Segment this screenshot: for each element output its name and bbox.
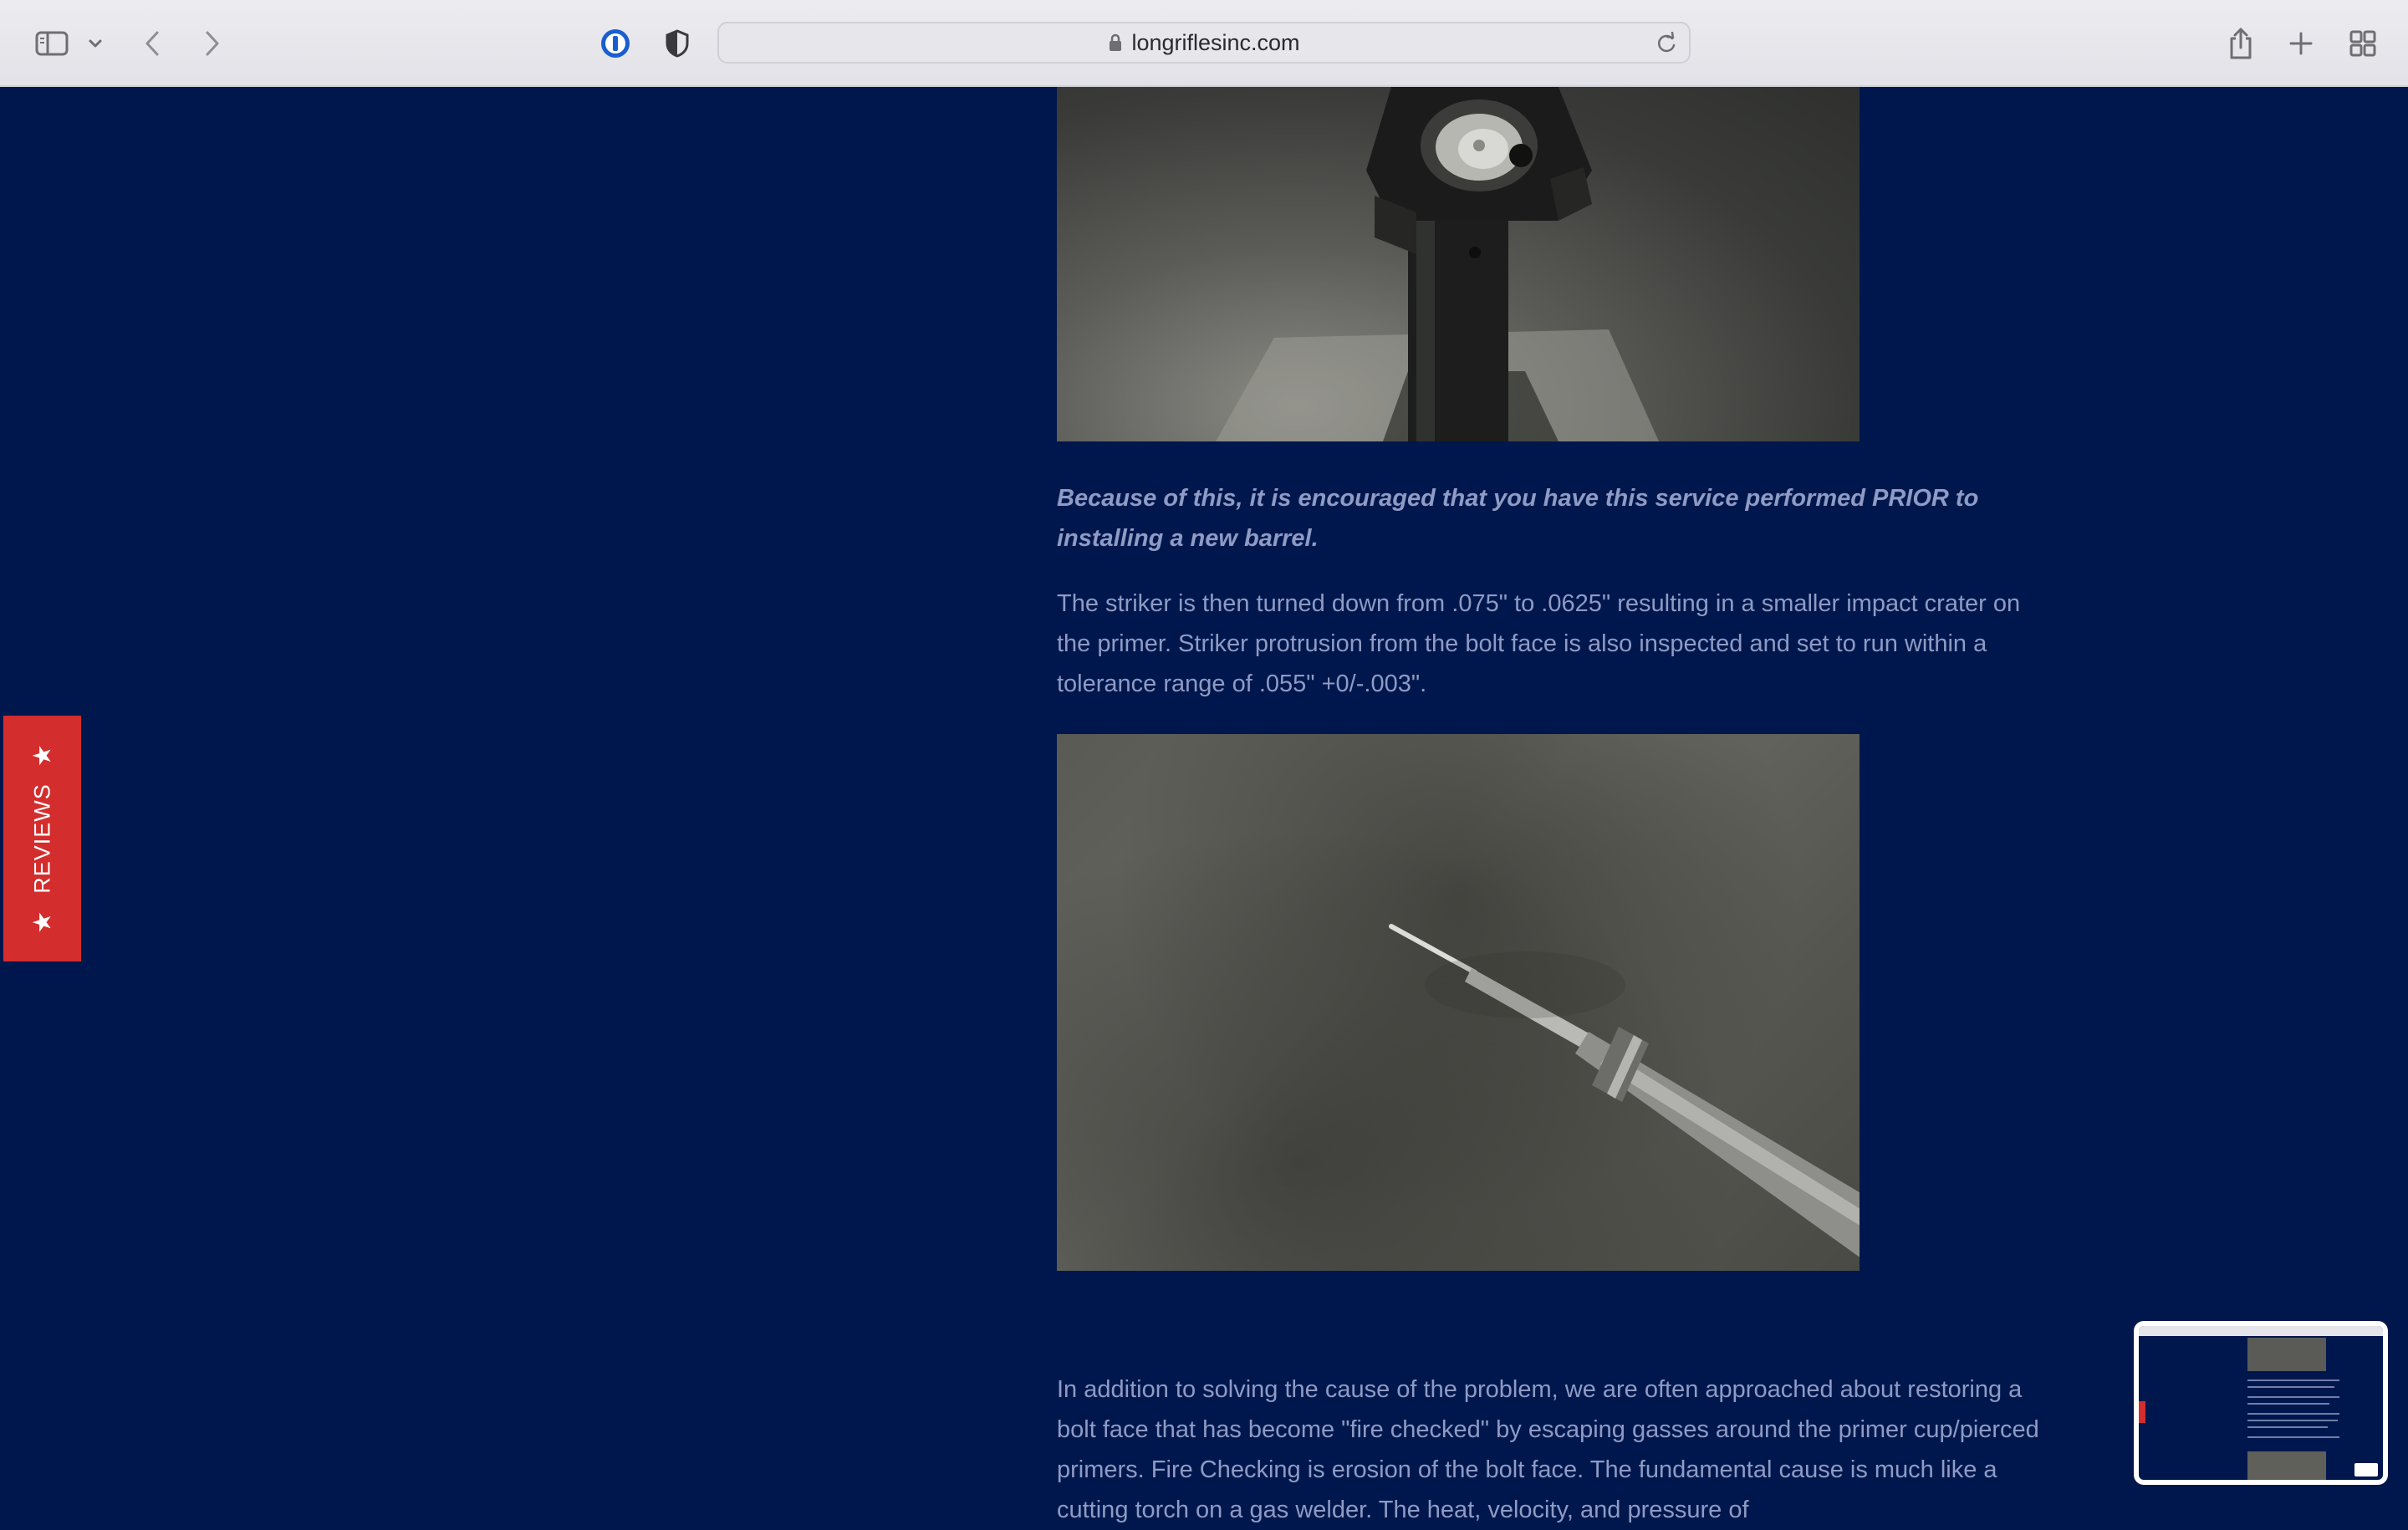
thumbnail-minimap [2354,1463,2378,1476]
thumbnail-text-line [2247,1420,2338,1421]
striker-photo [1057,734,1860,1271]
back-icon[interactable] [139,18,166,69]
fire-checking-text: In addition to solving the cause of the … [1057,1376,2039,1523]
thumbnail-text-line [2247,1380,2339,1381]
lock-icon [1108,33,1123,53]
thumbnail-text-line [2247,1386,2334,1388]
star-icon: ★ [28,910,56,934]
forward-icon[interactable] [199,18,226,69]
url-text: longriflesinc.com [1131,29,1300,55]
thumbnail-photo [2247,1338,2326,1371]
tab-grid-icon[interactable] [2348,18,2378,69]
thumbnail-text-line [2247,1413,2339,1415]
reload-icon[interactable] [1656,31,1677,59]
privacy-shield-icon[interactable] [661,18,694,69]
share-icon[interactable] [2226,18,2256,69]
thumbnail-text-line [2247,1436,2339,1438]
thumbnail-toolbar [2139,1326,2383,1336]
thumbnail-text-line [2247,1396,2339,1398]
article-content: Because of this, it is encouraged that y… [1057,87,2043,1530]
reviews-tab[interactable]: ★ REVIEWS ★ [3,716,81,961]
service-recommendation-text: Because of this, it is encouraged that y… [1057,485,1979,552]
reviews-label: REVIEWS [29,783,54,894]
password-manager-icon[interactable] [597,18,634,69]
bolt-face-photo [1057,87,1860,441]
star-icon: ★ [28,743,56,768]
plus-icon[interactable] [2286,18,2316,69]
browser-toolbar: longriflesinc.com [0,0,2408,87]
sidebar-icon[interactable] [32,18,72,69]
thumbnail-photo [2247,1451,2326,1480]
thumbnail-text-line [2247,1403,2329,1405]
thumbnail-text-line [2247,1426,2328,1428]
chevron-down-icon[interactable] [84,18,107,69]
thumbnail-reviews-tab [2139,1401,2145,1423]
window-preview-thumbnail[interactable] [2134,1321,2388,1485]
striker-description-text: The striker is then turned down from .07… [1057,590,2021,697]
address-bar[interactable]: longriflesinc.com [717,22,1691,64]
